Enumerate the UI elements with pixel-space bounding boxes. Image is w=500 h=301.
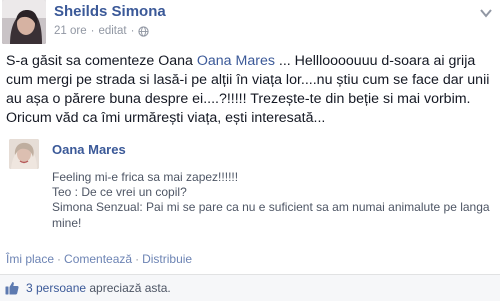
mention-link[interactable]: Oana Mares <box>197 53 275 69</box>
chevron-down-icon[interactable] <box>480 8 492 18</box>
author-avatar[interactable] <box>2 0 46 44</box>
action-separator: · <box>135 252 140 266</box>
post-meta: 21 ore · editat · <box>54 25 150 37</box>
meta-separator: · <box>90 25 95 37</box>
meta-separator: · <box>130 25 135 37</box>
share-button[interactable]: Distribuie <box>142 252 192 266</box>
post-author-name[interactable]: Sheilds Simona <box>54 3 166 20</box>
shared-author-name[interactable]: Oana Mares <box>52 142 126 157</box>
shared-line: Simona Senzual: Pai mi se pare ca nu e s… <box>52 200 490 230</box>
shared-line: Feeling mi-e frica sa mai zapez!!!!!! <box>52 170 239 184</box>
shared-avatar-photo <box>9 139 39 169</box>
shared-post: Oana Mares Feeling mi-e frica sa mai zap… <box>6 136 494 244</box>
shared-author-avatar[interactable] <box>9 139 39 169</box>
post-text: S-a găsit sa comenteze Oana Oana Mares .… <box>6 52 500 128</box>
post-actions: Îmi place · Comentează · Distribuie <box>6 252 192 266</box>
post-text-before: S-a găsit sa comenteze Oana <box>6 53 197 69</box>
likes-text: 3 persoane apreciază asta. <box>26 281 171 295</box>
shared-line: Teo : De ce vrei un copil? <box>52 185 187 200</box>
likes-suffix: apreciază asta. <box>86 281 171 295</box>
thumbs-up-icon <box>5 282 19 295</box>
comment-button[interactable]: Comentează <box>64 252 132 266</box>
post-timestamp[interactable]: 21 ore <box>54 25 87 37</box>
globe-icon[interactable] <box>138 25 150 37</box>
avatar-photo <box>2 0 46 44</box>
action-separator: · <box>57 252 62 266</box>
edited-label[interactable]: editat <box>98 25 126 37</box>
like-button[interactable]: Îmi place <box>6 252 54 266</box>
likes-count-link[interactable]: 3 persoane <box>26 281 86 295</box>
likes-bar: 3 persoane apreciază asta. <box>0 274 500 301</box>
shared-text: Feeling mi-e frica sa mai zapez!!!!!! Te… <box>52 170 492 231</box>
